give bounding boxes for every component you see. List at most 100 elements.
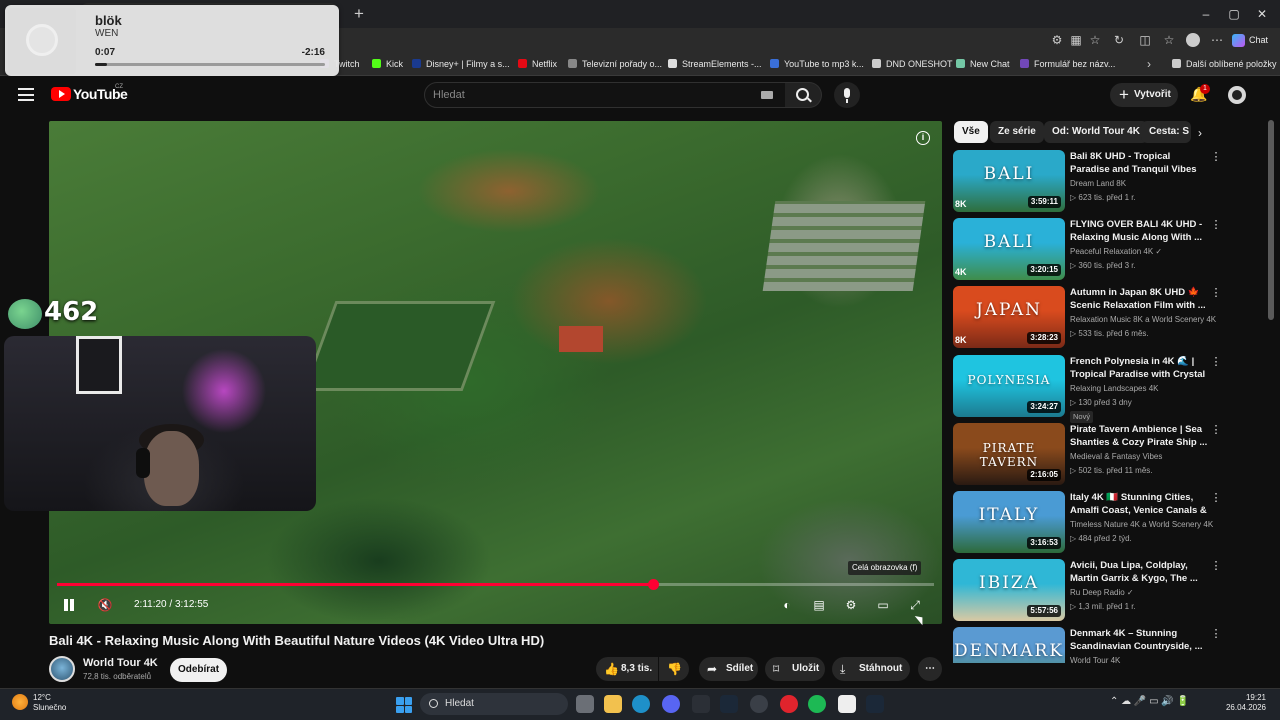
subscribe-button[interactable]: Odebírat (170, 658, 227, 682)
autoplay-toggle[interactable]: ◐ (778, 597, 796, 613)
steam-icon[interactable] (720, 695, 738, 713)
channel-name[interactable]: Relaxing Landscapes 4K (1070, 384, 1159, 393)
channel-name[interactable]: Peaceful Relaxation 4K ✓ (1070, 247, 1162, 256)
close-window-button[interactable]: ✕ (1252, 6, 1272, 22)
app-icon[interactable] (838, 695, 856, 713)
discord-icon[interactable] (662, 695, 680, 713)
video-thumbnail[interactable]: PIRATE TAVERN 2:16:05 (953, 422, 1065, 485)
video-title[interactable]: Italy 4K 🇮🇹 Stunning Cities, Amalfi Coas… (1070, 491, 1208, 518)
bookmark-item[interactable]: DND ONESHOT (872, 57, 953, 71)
bookmark-item[interactable]: Televizní pořady o... (568, 57, 662, 71)
more-options-icon[interactable]: ⋮ (1209, 423, 1223, 437)
page-scrollbar[interactable] (1268, 120, 1274, 320)
bookmark-item[interactable]: Disney+ | Filmy a s... (412, 57, 510, 71)
recommended-video[interactable]: ITALY 3:16:53 Italy 4K 🇮🇹 Stunning Cities,… (953, 491, 1258, 553)
like-button[interactable]: 👍 8,3 tis. (596, 657, 658, 681)
video-title[interactable]: Pirate Tavern Ambience | Sea Shanties & … (1070, 423, 1208, 449)
more-options-icon[interactable]: ⋮ (1209, 627, 1223, 641)
favorites-icon[interactable]: ☆ (1162, 33, 1176, 47)
profile-icon[interactable] (1186, 33, 1200, 47)
start-button[interactable] (396, 697, 412, 713)
recommended-video[interactable]: POLYNESIA 3:24:27 French Polynesia in 4K 🌊… (953, 354, 1258, 423)
taskbar-clock[interactable]: 19:21 26.04.2026 (1216, 693, 1266, 713)
filter-chip[interactable]: Vše (954, 121, 988, 143)
video-thumbnail[interactable]: IBIZA 5:57:56 (953, 559, 1065, 622)
search-box[interactable] (424, 82, 786, 108)
extensions-icon[interactable]: ▦ (1069, 33, 1083, 47)
more-options-icon[interactable]: ⋮ (1209, 218, 1223, 232)
recommended-video[interactable]: JAPAN 3:28:23 8K Autumn in Japan 8K UHD 🍁 S… (953, 286, 1258, 349)
filter-chip[interactable]: Ze série (990, 121, 1044, 143)
bookmark-item[interactable]: YouTube to mp3 k... (770, 57, 864, 71)
more-options-icon[interactable]: ⋮ (1209, 355, 1223, 369)
filter-chip[interactable]: Od: World Tour 4K (1044, 121, 1148, 143)
video-thumbnail[interactable]: DENMARK (953, 627, 1065, 664)
more-actions-button[interactable]: ⋯ (918, 657, 942, 681)
account-avatar[interactable] (1228, 86, 1246, 104)
video-title[interactable]: Avicii, Dua Lipa, Coldplay, Martin Garri… (1070, 559, 1208, 585)
recommended-video[interactable]: DENMARK Denmark 4K – Stunning Scandinavia… (953, 627, 1258, 664)
video-progress-bar[interactable] (57, 579, 934, 590)
filter-chip[interactable]: Cesta: S (1141, 121, 1191, 143)
bookmark-item[interactable]: StreamElements -... (668, 57, 762, 71)
steam-icon[interactable] (866, 695, 884, 713)
voice-search-icon[interactable] (834, 82, 860, 108)
copilot-chat-button[interactable]: Chat (1232, 32, 1268, 48)
weather-sun-icon[interactable] (12, 694, 28, 710)
channel-name[interactable]: World Tour 4K (83, 657, 158, 669)
edge-icon[interactable] (632, 695, 650, 713)
translate-icon[interactable]: ⚙ (1050, 33, 1064, 47)
search-button[interactable] (785, 82, 822, 108)
create-button[interactable]: Vytvořit (1110, 83, 1178, 107)
bookmarks-overflow-icon[interactable]: › (1142, 57, 1156, 71)
bookmark-item[interactable]: Kick (372, 57, 403, 71)
taskbar-search[interactable]: Hledat (420, 693, 568, 715)
subtitles-icon[interactable]: ▤ (810, 597, 828, 613)
video-thumbnail[interactable]: POLYNESIA 3:24:27 (953, 354, 1065, 417)
youtube-logo-icon[interactable] (51, 87, 71, 101)
theater-mode-icon[interactable]: ▭ (874, 597, 892, 613)
track-progress-bar[interactable] (95, 63, 325, 66)
share-button[interactable]: ➦ Sdílet (699, 657, 758, 681)
info-icon[interactable]: i (916, 131, 930, 145)
chips-next-icon[interactable]: › (1198, 127, 1210, 139)
hamburger-menu-icon[interactable] (18, 88, 34, 101)
task-view-icon[interactable] (576, 695, 594, 713)
bookmark-item[interactable]: Další oblíbené položky (1172, 57, 1277, 71)
mute-icon[interactable]: 🔇 (96, 597, 114, 613)
bookmark-item[interactable]: New Chat (956, 57, 1010, 71)
dislike-button[interactable]: 👎 (659, 657, 689, 681)
system-tray[interactable]: ⌃ ☁ 🎤 ▭ 🔊 🔋 (1110, 696, 1189, 707)
video-thumbnail[interactable]: ITALY 3:16:53 (953, 491, 1065, 553)
channel-name[interactable]: World Tour 4K (1070, 656, 1120, 663)
pause-icon[interactable] (62, 598, 76, 612)
more-options-icon[interactable]: ⋮ (1209, 286, 1223, 300)
video-thumbnail[interactable]: BALI 3:20:15 4K (953, 218, 1065, 281)
more-options-icon[interactable]: ⋮ (1209, 559, 1223, 573)
recommended-video[interactable]: BALI 3:59:11 8K Bali 8K UHD - Tropical Para… (953, 150, 1258, 212)
file-explorer-icon[interactable] (604, 695, 622, 713)
recommended-video[interactable]: IBIZA 5:57:56 Avicii, Dua Lipa, Coldplay, … (953, 559, 1258, 622)
more-options-icon[interactable]: ⋮ (1209, 491, 1223, 505)
channel-name[interactable]: Dream Land 8K (1070, 179, 1126, 188)
video-title[interactable]: French Polynesia in 4K 🌊 | Tropical Para… (1070, 355, 1208, 382)
settings-gear-icon[interactable]: ⚙ (842, 597, 860, 613)
bookmark-item[interactable]: Netflix (518, 57, 557, 71)
video-title[interactable]: Bali 8K UHD - Tropical Paradise and Tran… (1070, 150, 1208, 177)
opera-icon[interactable] (780, 695, 798, 713)
spotify-icon[interactable] (808, 695, 826, 713)
video-thumbnail[interactable]: BALI 3:59:11 8K (953, 150, 1065, 212)
channel-avatar[interactable] (49, 656, 75, 682)
video-thumbnail[interactable]: JAPAN 3:28:23 8K (953, 286, 1065, 349)
new-tab-button[interactable]: + (350, 5, 368, 23)
video-title[interactable]: Autumn in Japan 8K UHD 🍁 Scenic Relaxati… (1070, 286, 1208, 312)
more-menu-icon[interactable]: ⋯ (1210, 33, 1224, 47)
split-screen-icon[interactable]: ◫ (1138, 33, 1152, 47)
channel-name[interactable]: Medieval & Fantasy Vibes (1070, 452, 1162, 461)
channel-name[interactable]: Ru Deep Radio ✓ (1070, 588, 1134, 597)
keyboard-icon[interactable] (761, 91, 773, 99)
more-options-icon[interactable]: ⋮ (1209, 150, 1223, 164)
search-input[interactable] (433, 87, 733, 103)
recommended-video[interactable]: PIRATE TAVERN 2:16:05 Pirate Tavern Ambien… (953, 422, 1258, 485)
app-icon[interactable] (750, 695, 768, 713)
